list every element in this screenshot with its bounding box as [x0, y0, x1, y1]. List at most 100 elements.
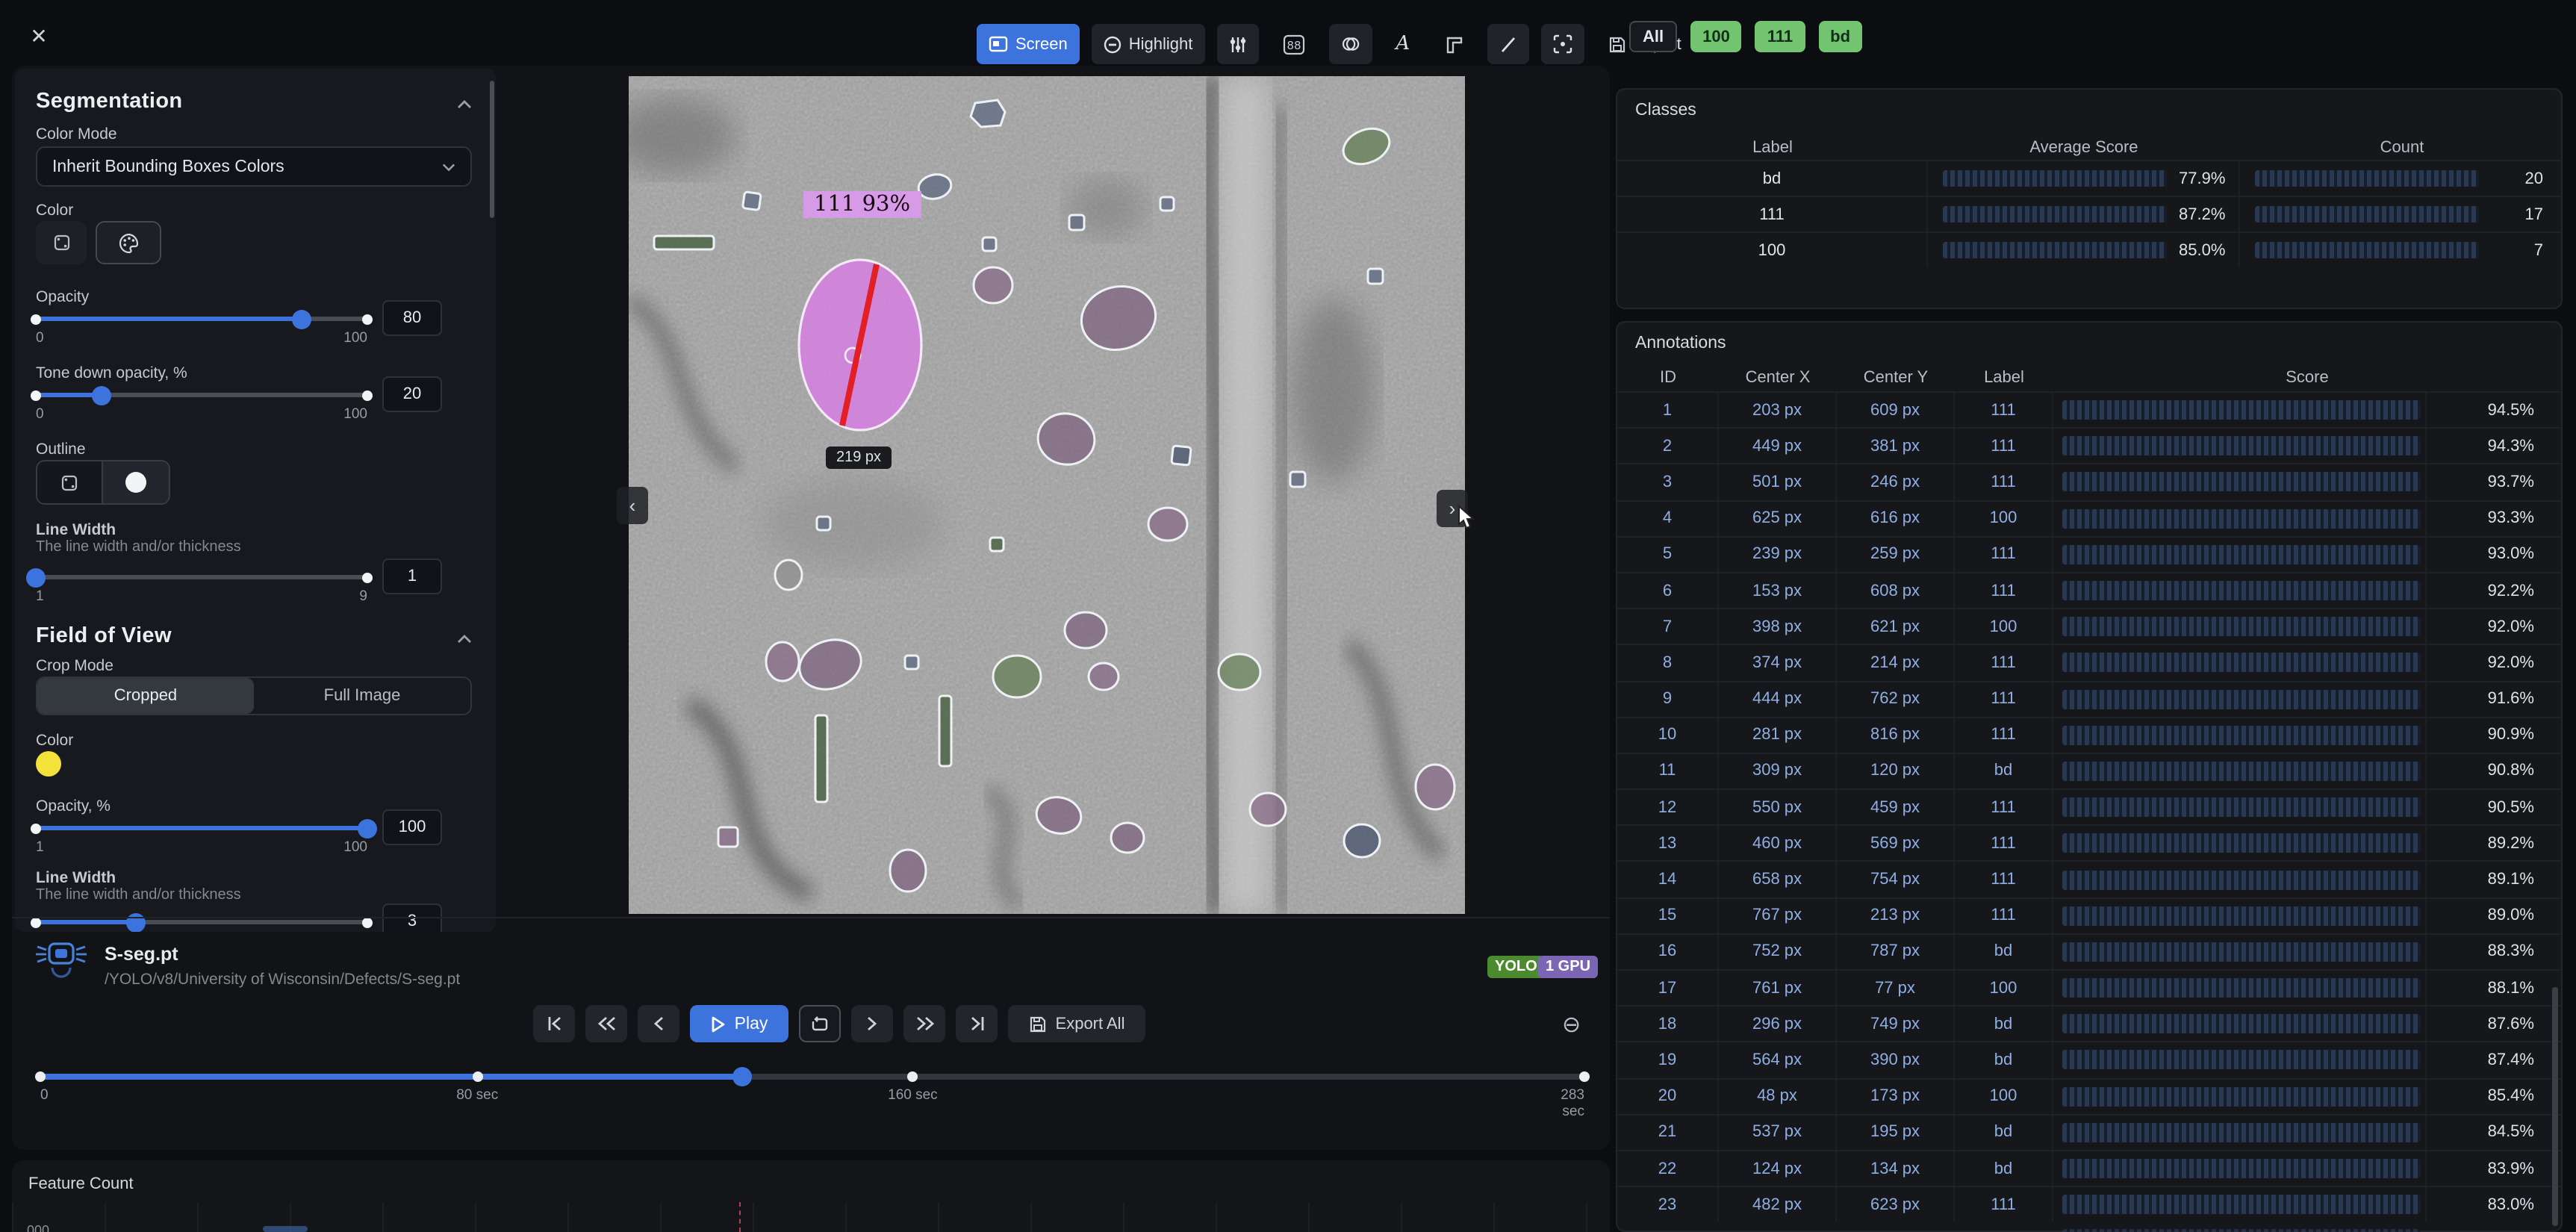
annotation-id[interactable]: 13 [1617, 827, 1719, 861]
sidebar-scrollbar[interactable] [490, 81, 494, 218]
palette-color-button[interactable] [96, 221, 161, 264]
annotation-row[interactable]: 11309 px120 pxbd90.8% [1617, 753, 2561, 788]
annotation-id[interactable]: 14 [1617, 862, 1719, 897]
fast-forward-button[interactable] [903, 1005, 945, 1042]
prev-image-button[interactable]: ‹ [617, 487, 648, 524]
highlight-button[interactable]: Highlight [1092, 24, 1205, 64]
annotation-row[interactable]: 1203 px609 px11194.5% [1617, 391, 2561, 427]
annotation-row[interactable]: 8374 px214 px11192.0% [1617, 644, 2561, 680]
class-row[interactable]: 10085.0%7 [1617, 231, 2561, 267]
seg-opacity-slider[interactable] [36, 308, 367, 329]
annotation-row[interactable]: 4625 px616 px10093.3% [1617, 500, 2561, 535]
annotations-scrollbar[interactable] [2552, 987, 2558, 1226]
filter-all-button[interactable]: All [1629, 21, 1677, 52]
annotation-id[interactable]: 19 [1617, 1043, 1719, 1077]
chevron-up-icon[interactable] [457, 99, 472, 111]
prev-frame-button[interactable] [638, 1005, 679, 1042]
annotation-id[interactable]: 15 [1617, 898, 1719, 933]
annotation-id[interactable]: 22 [1617, 1151, 1719, 1186]
screen-mode-button[interactable]: Screen [977, 24, 1080, 64]
annotation-row[interactable]: 7398 px621 px10092.0% [1617, 608, 2561, 644]
feature-count-chart[interactable] [12, 1202, 1610, 1232]
class-row[interactable]: bd77.9%20 [1617, 160, 2561, 196]
annotation-id[interactable]: 5 [1617, 538, 1719, 572]
annotation-id[interactable]: 4 [1617, 501, 1719, 535]
timeline-handle[interactable] [733, 1067, 753, 1086]
class-row[interactable]: 11187.2%17 [1617, 196, 2561, 231]
annotation-row[interactable]: 13460 px569 px11189.2% [1617, 825, 2561, 861]
chevron-up-icon[interactable] [457, 633, 472, 645]
rewind-button[interactable] [585, 1005, 627, 1042]
annotation-row[interactable]: 14658 px754 px11189.1% [1617, 861, 2561, 897]
outline-toggle[interactable] [36, 460, 170, 505]
corner-ruler-button[interactable] [1434, 24, 1475, 64]
annotation-row[interactable]: 16752 px787 pxbd88.3% [1617, 933, 2561, 969]
loop-button[interactable] [799, 1005, 841, 1042]
annotation-row[interactable]: 17761 px77 px10088.1% [1617, 969, 2561, 1005]
next-frame-button[interactable] [851, 1005, 893, 1042]
annotation-row[interactable]: 23482 px623 px11183.0% [1617, 1186, 2561, 1222]
annotation-id[interactable]: 1 [1617, 393, 1719, 427]
filter-class-button[interactable]: bd [1818, 21, 1862, 52]
annotation-row[interactable]: 15767 px213 px11189.0% [1617, 897, 2561, 933]
annotation-id[interactable]: 3 [1617, 465, 1719, 500]
close-icon[interactable]: ✕ [21, 18, 57, 54]
annotation-row[interactable]: 10281 px816 px11190.9% [1617, 716, 2561, 752]
annotation-row[interactable]: 21537 px195 pxbd84.5% [1617, 1114, 2561, 1150]
seg-line-width-value[interactable]: 1 [382, 559, 442, 594]
annotation-id[interactable]: 23 [1617, 1187, 1719, 1222]
fov-opacity-slider[interactable] [36, 817, 367, 838]
seg-opacity-value[interactable]: 80 [382, 300, 442, 336]
annotation-id[interactable]: 8 [1617, 646, 1719, 680]
fov-color-swatch[interactable] [36, 751, 61, 777]
annotation-id[interactable]: 20 [1617, 1079, 1719, 1113]
annotation-row[interactable]: 2048 px173 px10085.4% [1617, 1077, 2561, 1113]
annotation-row[interactable]: 12550 px459 px11190.5% [1617, 788, 2561, 824]
play-button[interactable]: Play [690, 1005, 788, 1042]
focus-button[interactable] [1541, 24, 1584, 64]
tags-button[interactable] [1328, 24, 1372, 64]
outline-bbox-option[interactable] [37, 461, 103, 503]
annotation-row[interactable]: 3501 px246 px11193.7% [1617, 464, 2561, 500]
annotation-row[interactable]: 5239 px259 px11193.0% [1617, 536, 2561, 572]
fov-opacity-value[interactable]: 100 [382, 809, 442, 845]
filter-class-button[interactable]: 100 [1690, 21, 1742, 52]
line-tool-button[interactable] [1487, 24, 1529, 64]
annotation-id[interactable]: 16 [1617, 935, 1719, 969]
annotation-row[interactable]: 2449 px381 px11194.3% [1617, 427, 2561, 463]
crop-mode-full-image[interactable]: Full Image [254, 678, 470, 714]
collapse-circle-icon[interactable]: ⊖ [1562, 1011, 1581, 1038]
annotation-row[interactable]: 18296 px749 pxbd87.6% [1617, 1005, 2561, 1041]
tone-opacity-value[interactable]: 20 [382, 376, 442, 412]
id-counter-button[interactable]: 88 [1270, 24, 1316, 64]
text-tool-button[interactable]: A [1384, 24, 1422, 64]
crop-mode-cropped[interactable]: Cropped [37, 678, 254, 714]
annotation-id[interactable]: 21 [1617, 1116, 1719, 1150]
seg-line-width-slider[interactable] [36, 566, 367, 587]
skip-end-button[interactable] [956, 1005, 998, 1042]
annotation-id[interactable]: 6 [1617, 573, 1719, 608]
annotation-id[interactable]: 12 [1617, 790, 1719, 824]
color-mode-select[interactable]: Inherit Bounding Boxes Colors [36, 146, 472, 187]
selected-segment[interactable] [799, 260, 921, 430]
annotation-id[interactable]: 17 [1617, 971, 1719, 1005]
outline-circle-option[interactable] [103, 461, 169, 503]
annotation-id[interactable]: 11 [1617, 754, 1719, 788]
annotation-row[interactable]: 9444 px762 px11191.6% [1617, 680, 2561, 716]
bbox-color-button[interactable] [36, 221, 87, 264]
skip-start-button[interactable] [533, 1005, 575, 1042]
annotation-id[interactable]: 7 [1617, 609, 1719, 644]
annotation-row[interactable]: 6153 px608 px11192.2% [1617, 572, 2561, 608]
export-all-button[interactable]: Export All [1008, 1005, 1145, 1042]
annotation-row[interactable]: 22124 px134 pxbd83.9% [1617, 1150, 2561, 1186]
inference-image-view[interactable] [629, 76, 1465, 914]
tone-opacity-slider[interactable] [36, 384, 367, 405]
annotation-row[interactable]: 19564 px390 pxbd87.4% [1617, 1042, 2561, 1077]
annotation-id[interactable]: 18 [1617, 1007, 1719, 1041]
annotation-id[interactable]: 9 [1617, 682, 1719, 716]
filter-class-button[interactable]: 111 [1755, 21, 1805, 52]
filters-sliders-button[interactable] [1216, 24, 1258, 64]
model-name[interactable]: S-seg.pt [105, 944, 178, 965]
annotation-id[interactable]: 2 [1617, 429, 1719, 463]
timeline-slider[interactable]: 080 sec160 sec283sec [40, 1066, 1584, 1087]
